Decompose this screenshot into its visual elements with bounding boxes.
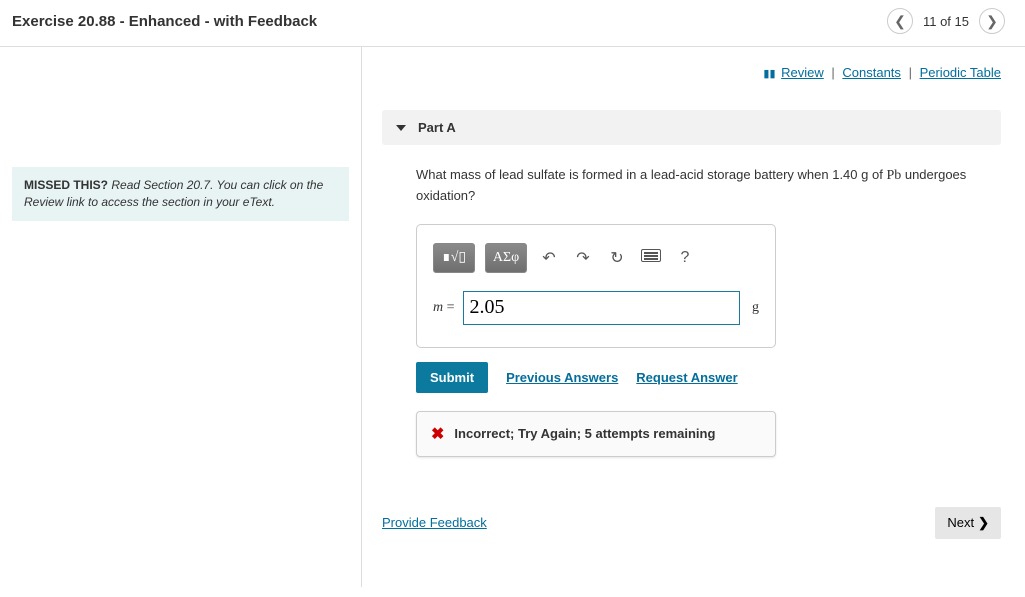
question-text: What mass of lead sulfate is formed in a… (416, 165, 996, 206)
variable-label: m = (433, 300, 455, 316)
redo-icon[interactable]: ↷ (571, 248, 595, 268)
review-link[interactable]: Review (781, 65, 824, 80)
feedback-text: Incorrect; Try Again; 5 attempts remaini… (454, 426, 715, 441)
hint-label: MISSED THIS? (24, 178, 108, 192)
bottom-row: Provide Feedback Next ❯ (382, 507, 1001, 539)
reset-icon[interactable]: ↻ (605, 248, 629, 268)
help-icon[interactable]: ? (673, 249, 697, 267)
incorrect-icon: ✖ (431, 424, 444, 444)
periodic-table-link[interactable]: Periodic Table (920, 65, 1001, 80)
answer-input[interactable] (463, 291, 740, 325)
page-counter: 11 of 15 (923, 14, 969, 29)
main-content: ▮▮ Review | Constants | Periodic Table P… (362, 47, 1025, 587)
question-element: Pb (886, 168, 901, 183)
chevron-right-icon: ❯ (978, 515, 989, 531)
prev-page-button[interactable]: ❮ (887, 8, 913, 34)
answer-row: m = g (433, 291, 759, 325)
part-label: Part A (418, 120, 456, 135)
part-header[interactable]: Part A (382, 110, 1001, 145)
action-row: Submit Previous Answers Request Answer (416, 362, 1001, 393)
constants-link[interactable]: Constants (842, 65, 901, 80)
question-mid: of (868, 167, 886, 182)
submit-button[interactable]: Submit (416, 362, 488, 393)
equation-toolbar: ∎√▯ ΑΣφ ↶ ↷ ↻ ? (433, 243, 759, 273)
chevron-down-icon (396, 125, 406, 131)
pager: ❮ 11 of 15 ❯ (887, 8, 1005, 34)
answer-card: ∎√▯ ΑΣφ ↶ ↷ ↻ ? m = g (416, 224, 776, 348)
answer-unit: g (752, 300, 759, 316)
greek-button[interactable]: ΑΣφ (485, 243, 527, 273)
template-button[interactable]: ∎√▯ (433, 243, 475, 273)
separator: | (831, 65, 834, 80)
keyboard-icon[interactable] (639, 249, 663, 267)
undo-icon[interactable]: ↶ (537, 248, 561, 268)
next-button[interactable]: Next ❯ (935, 507, 1001, 539)
previous-answers-link[interactable]: Previous Answers (506, 370, 618, 385)
separator: | (909, 65, 912, 80)
sidebar: MISSED THIS? Read Section 20.7. You can … (0, 47, 362, 587)
chevron-left-icon: ❮ (894, 13, 906, 30)
provide-feedback-link[interactable]: Provide Feedback (382, 515, 487, 530)
feedback-box: ✖ Incorrect; Try Again; 5 attempts remai… (416, 411, 776, 457)
question-prefix: What mass of lead sulfate is formed in a… (416, 167, 861, 182)
resource-links: ▮▮ Review | Constants | Periodic Table (382, 65, 1001, 80)
chevron-right-icon: ❯ (986, 13, 998, 30)
missed-this-hint: MISSED THIS? Read Section 20.7. You can … (12, 167, 349, 221)
page-title: Exercise 20.88 - Enhanced - with Feedbac… (12, 13, 317, 30)
request-answer-link[interactable]: Request Answer (636, 370, 737, 385)
next-label: Next (947, 515, 974, 530)
book-icon: ▮▮ (763, 68, 775, 80)
next-page-button[interactable]: ❯ (979, 8, 1005, 34)
